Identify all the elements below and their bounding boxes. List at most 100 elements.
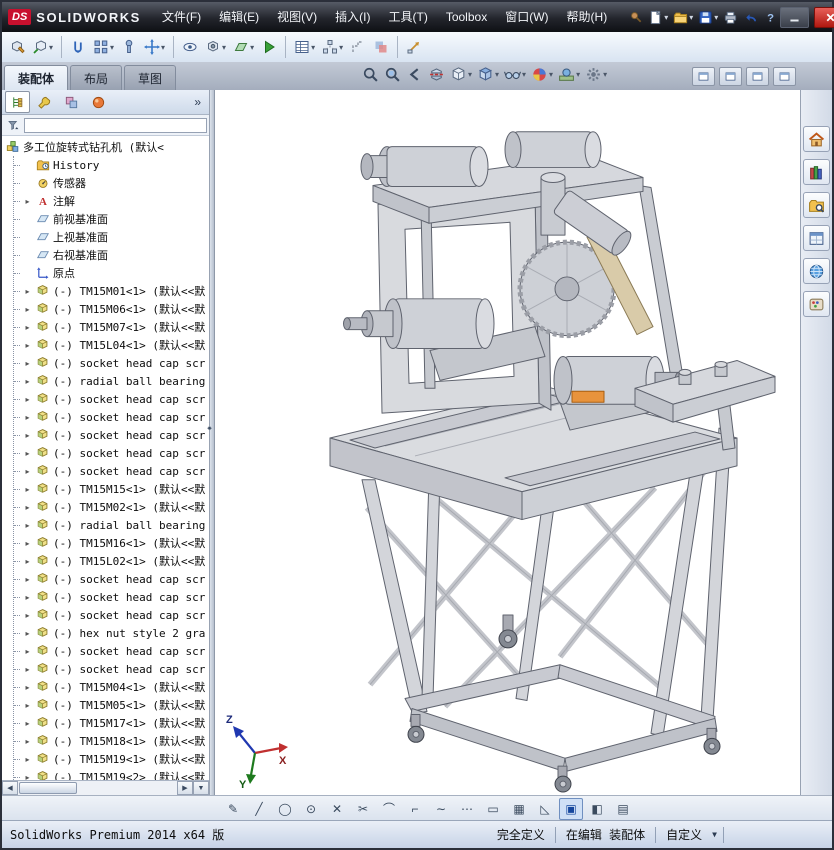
menu-view[interactable]: 视图(V) (268, 3, 326, 31)
scroll-down-button[interactable]: ▼ (193, 781, 209, 795)
display-style-dropdown-arrow[interactable]: ▾ (495, 70, 499, 79)
move-component-dropdown-arrow[interactable]: ▾ (161, 43, 165, 52)
view-orientation-button[interactable]: ▾ (448, 64, 474, 85)
apply-scene-button[interactable]: ▾ (556, 64, 582, 85)
tree-expander[interactable]: ▸ (23, 395, 32, 404)
open-document-dropdown-arrow[interactable]: ▾ (689, 13, 693, 22)
open-document-button[interactable]: ▾ (671, 8, 695, 27)
appearances-scenes-button[interactable] (803, 258, 830, 284)
configurationmanager-tab-button[interactable] (59, 91, 84, 113)
tree-expander[interactable]: ▸ (23, 611, 32, 620)
tree-item[interactable]: ▸ (-) TM15L04<1> (默认<<默 (14, 336, 209, 354)
tree-item[interactable]: ▸ (-) TM15M02<1> (默认<<默 (14, 498, 209, 516)
tree-expander[interactable]: ▸ (23, 197, 32, 206)
trim-tool-button[interactable]: ✂ (351, 798, 375, 820)
tree-item[interactable]: ▸ (-) TM15M01<1> (默认<<默 (14, 282, 209, 300)
design-library-button[interactable] (803, 159, 830, 185)
exploded-view-dropdown-arrow[interactable]: ▾ (339, 43, 343, 52)
menu-file[interactable]: 文件(F) (153, 3, 210, 31)
tree-item[interactable]: ▸ (-) radial ball bearing (14, 372, 209, 390)
tree-item[interactable]: ▸ (-) socket head cap scr (14, 570, 209, 588)
new-motion-study-button[interactable] (258, 37, 280, 57)
point-tool-button[interactable]: ⋯ (455, 798, 479, 820)
reference-geometry-dropdown-arrow[interactable]: ▾ (250, 43, 254, 52)
smart-fasteners-button[interactable] (118, 37, 140, 57)
scroll-right-button[interactable]: ▶ (177, 781, 193, 795)
graphics-viewport[interactable]: Z X Y (215, 90, 800, 795)
doc-close-button[interactable] (773, 67, 796, 86)
tree-item[interactable]: ▸ (-) radial ball bearing (14, 516, 209, 534)
polygon-tool-button[interactable]: ◺ (533, 798, 557, 820)
zoom-to-area-button[interactable] (382, 64, 403, 85)
scroll-left-button[interactable]: ◀ (2, 781, 18, 795)
tree-item[interactable]: ▸ (-) TM15L02<1> (默认<<默 (14, 552, 209, 570)
tree-item[interactable]: ▸ A 注解 (14, 192, 209, 210)
scroll-track[interactable] (18, 781, 177, 795)
tree-root-item[interactable]: 多工位旋转式钻孔机 (默认< (5, 138, 209, 156)
shaded-contours-tool-button[interactable]: ▣ (559, 797, 583, 820)
tree-item[interactable]: 上视基准面 (14, 228, 209, 246)
tree-expander[interactable]: ▸ (23, 449, 32, 458)
insert-components-dropdown-arrow[interactable]: ▾ (49, 43, 53, 52)
tree-filter-input[interactable] (24, 117, 207, 133)
minimize-window-button[interactable] (780, 6, 810, 28)
line-tool-button[interactable]: ╱ (247, 798, 271, 820)
linear-component-pattern-button[interactable]: ▾ (90, 37, 117, 57)
assembly-features-button[interactable]: ▾ (202, 37, 229, 57)
arc-tool-button[interactable]: ⌒ (377, 798, 401, 820)
menu-help[interactable]: 帮助(H) (558, 3, 617, 31)
tree-expander[interactable]: ▸ (23, 701, 32, 710)
tree-item[interactable]: ▸ (-) socket head cap scr (14, 606, 209, 624)
tree-item[interactable]: ▸ (-) socket head cap scr (14, 354, 209, 372)
tree-item[interactable]: ▸ (-) TM15M19<2> (默认<<默 (14, 768, 209, 780)
tree-item[interactable]: ▸ (-) TM15M18<1> (默认<<默 (14, 732, 209, 750)
tree-expander[interactable]: ▸ (23, 755, 32, 764)
tree-item[interactable]: 前视基准面 (14, 210, 209, 228)
tree-expander[interactable]: ▸ (23, 719, 32, 728)
grid-tool-button[interactable]: ▤ (611, 798, 635, 820)
instant3d-button[interactable] (403, 37, 425, 57)
view-settings-button[interactable]: ▾ (583, 64, 609, 85)
tree-item[interactable]: ▸ (-) socket head cap scr (14, 588, 209, 606)
tree-expander[interactable]: ▸ (23, 359, 32, 368)
insert-components-button[interactable]: ▾ (29, 37, 56, 57)
assembly-model[interactable] (215, 90, 800, 795)
tree-expander[interactable]: ▸ (23, 413, 32, 422)
ellipse-tool-button[interactable]: ⊙ (299, 798, 323, 820)
doc-new-window-button[interactable] (692, 67, 715, 86)
reference-geometry-button[interactable]: ▾ (230, 37, 257, 57)
custom-status-dropdown-arrow[interactable]: ▼ (712, 830, 717, 839)
tree-expander[interactable]: ▸ (23, 629, 32, 638)
menu-insert[interactable]: 插入(I) (326, 3, 379, 31)
tree-expander[interactable]: ▸ (23, 503, 32, 512)
tree-item[interactable]: History (14, 156, 209, 174)
linear-component-pattern-dropdown-arrow[interactable]: ▾ (110, 43, 114, 52)
tree-item[interactable]: ▸ (-) hex nut style 2 gra (14, 624, 209, 642)
new-document-button[interactable]: ▾ (646, 8, 670, 27)
splitter-handle[interactable]: ◂▸ (207, 424, 212, 432)
erase-tool-button[interactable]: ✕ (325, 798, 349, 820)
tree-item[interactable]: ▸ (-) socket head cap scr (14, 642, 209, 660)
tree-item[interactable]: ▸ (-) TM15M06<1> (默认<<默 (14, 300, 209, 318)
new-document-dropdown-arrow[interactable]: ▾ (664, 13, 668, 22)
doc-minimize-button[interactable] (719, 67, 742, 86)
tree-item[interactable]: ▸ (-) socket head cap scr (14, 426, 209, 444)
pin-button[interactable] (626, 8, 645, 27)
section-view-button[interactable] (426, 64, 447, 85)
tree-expander[interactable]: ▸ (23, 575, 32, 584)
tree-item[interactable]: ▸ (-) TM15M15<1> (默认<<默 (14, 480, 209, 498)
tree-expander[interactable]: ▸ (23, 737, 32, 746)
rectangle-tool-button[interactable]: ▭ (481, 798, 505, 820)
bill-of-materials-button[interactable]: ▾ (291, 37, 318, 57)
apply-scene-dropdown-arrow[interactable]: ▾ (576, 70, 580, 79)
tree-expander[interactable]: ▸ (23, 521, 32, 530)
doc-restore-button[interactable] (746, 67, 769, 86)
featuremanager-tab-button[interactable] (5, 91, 30, 113)
show-hidden-components-button[interactable] (179, 37, 201, 57)
bill-of-materials-dropdown-arrow[interactable]: ▾ (311, 43, 315, 52)
display-style-button[interactable]: ▾ (475, 64, 501, 85)
tree-expander[interactable]: ▸ (23, 377, 32, 386)
tree-item[interactable]: ▸ (-) TM15M17<1> (默认<<默 (14, 714, 209, 732)
tree-item[interactable]: ▸ (-) socket head cap scr (14, 660, 209, 678)
menu-window[interactable]: 窗口(W) (496, 3, 557, 31)
